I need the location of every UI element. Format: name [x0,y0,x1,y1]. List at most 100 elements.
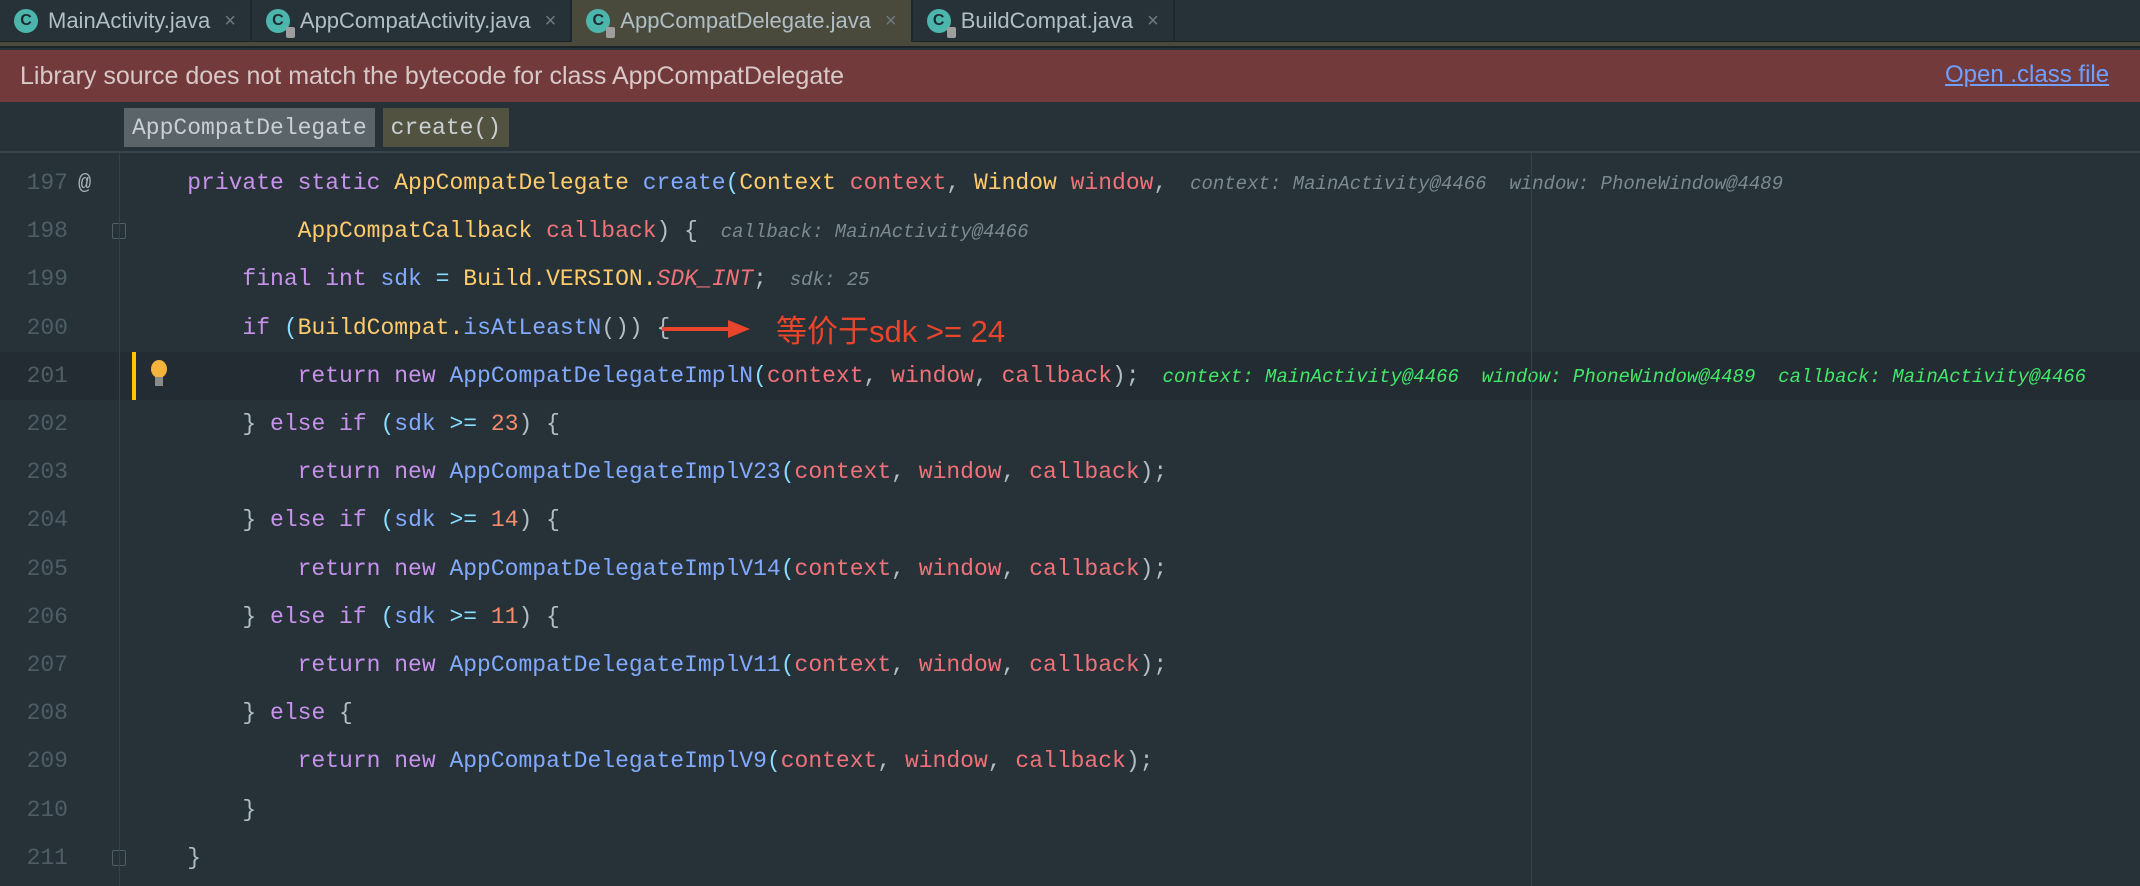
line-number[interactable]: 210 [0,797,68,823]
code-token: ( [766,748,781,775]
line-number[interactable]: 201 [0,363,68,389]
code-token: Context [739,170,850,197]
tab-appcompatdelegate[interactable]: C AppCompatDelegate.java × [572,0,913,48]
code-line[interactable]: 197 @ private static AppCompatDelegate cr… [0,159,2140,207]
code-token: , [987,748,1016,775]
line-number[interactable]: 203 [0,459,68,485]
code-token: AppCompatDelegateImplV11 [449,651,781,678]
line-number[interactable]: 209 [0,748,68,774]
code-token: ); [1139,555,1168,582]
code-token: = [435,266,464,293]
breadcrumb-class[interactable]: AppCompatDelegate [124,108,375,147]
code-line[interactable]: 198 AppCompatCallback callback) { callba… [0,207,2140,255]
debug-value-hint: callback: MainActivity@4466 [720,221,1029,244]
breadcrumb-method[interactable]: create() [382,108,510,147]
open-class-file-link[interactable]: Open .class file [1945,61,2109,89]
code-token: context [849,170,947,197]
code-token: } [132,700,271,727]
code-token: ( [753,362,767,389]
code-token: AppCompatCallback [297,218,547,245]
code-token: callback [1029,555,1140,582]
code-text: private static AppCompatDelegate create(… [132,170,1783,196]
code-token: ) { [518,411,560,438]
code-text: return new AppCompatDelegateImplV14(cont… [132,555,1168,582]
code-text: } [132,797,256,823]
override-icon[interactable]: @ [78,171,91,196]
tab-label: AppCompatActivity.java [299,8,531,33]
code-line[interactable]: 210 } [0,785,2140,833]
code-line[interactable]: 204 } else if (sdk >= 14) { [0,496,2140,544]
code-line[interactable]: 205 return new AppCompatDelegateImplV14(… [0,545,2140,593]
code-token: sdk [394,411,450,438]
code-token: context [794,555,892,582]
code-line[interactable]: 199 final int sdk = Build.VERSION.SDK_IN… [0,255,2140,303]
editor-tab-bar: C MainActivity.java × C AppCompatActivity.ja… [0,0,2140,48]
code-token: 23 [490,411,519,438]
line-number[interactable]: 202 [0,411,68,437]
line-number[interactable]: 206 [0,604,68,630]
class-icon: C [265,9,295,38]
debug-value-hint: window: PhoneWindow@4489 [1509,173,1783,196]
code-line[interactable]: 201 return new AppCompatDelegateImplN(co… [0,351,2140,400]
code-line[interactable]: 208 } else { [0,689,2140,737]
line-number[interactable]: 198 [0,218,68,244]
line-number[interactable]: 211 [0,845,68,871]
code-token: AppCompatDelegate [394,170,643,197]
line-number[interactable]: 199 [0,266,68,292]
code-token: window [918,651,1002,678]
code-token: if [132,314,284,341]
gutter-divider [119,153,120,886]
close-icon[interactable]: × [224,10,236,33]
close-icon[interactable]: × [545,10,557,33]
close-icon[interactable]: × [885,10,897,33]
line-number[interactable]: 204 [0,507,68,533]
code-token: final int [132,266,381,293]
code-token: } [132,844,202,871]
code-token: ()) { [601,314,671,341]
code-line[interactable]: 209 return new AppCompatDelegateImplV9(c… [0,737,2140,785]
code-token: window [891,362,974,389]
line-number[interactable]: 208 [0,700,68,726]
line-number[interactable]: 207 [0,652,68,678]
code-token: window [904,748,988,775]
class-icon: C [926,9,956,38]
code-text: } else if (sdk >= 23) { [132,411,560,437]
code-line[interactable]: 200 if (BuildCompat.isAtLeastN()) { [0,304,2140,352]
code-token: BuildCompat. [297,314,464,341]
tab-mainactivity[interactable]: C MainActivity.java × [0,0,252,42]
code-line[interactable]: 207 return new AppCompatDelegateImplV11(… [0,641,2140,689]
line-number[interactable]: 197 [0,170,68,196]
code-line[interactable]: 203 return new AppCompatDelegateImplV23(… [0,448,2140,496]
code-token: AppCompatDelegateImplV14 [449,555,781,582]
line-number[interactable]: 205 [0,556,68,582]
code-token: ( [380,507,395,534]
tab-label: BuildCompat.java [960,8,1134,33]
code-text: } else { [132,700,352,727]
line-number[interactable]: 200 [0,315,68,341]
right-margin-guide [1531,153,1532,886]
code-text: } else if (sdk >= 11) { [132,604,560,630]
code-token: } [132,411,271,438]
code-token: ); [1112,362,1140,389]
code-token: , [891,651,919,678]
close-icon[interactable]: × [1147,10,1159,33]
code-editor[interactable]: 197 @ private static AppCompatDelegate cr… [0,159,2140,882]
code-token: AppCompatDelegateImplV23 [449,459,781,486]
tab-buildcompat[interactable]: C BuildCompat.java × [913,0,1175,42]
code-token: ) { [518,603,560,630]
code-line[interactable]: 206 } else if (sdk >= 11) { [0,593,2140,641]
code-line[interactable]: 211 } [0,834,2140,882]
code-token: return new [132,362,450,389]
code-token: ); [1139,459,1168,486]
code-line[interactable]: 202 } else if (sdk >= 23) { [0,400,2140,448]
code-text: if (BuildCompat.isAtLeastN()) { [132,315,670,341]
red-arrow-icon [662,319,750,338]
code-token: , [946,170,974,197]
source-mismatch-banner: Library source does not match the byteco… [0,50,2140,102]
code-token: window [1070,170,1154,197]
code-token: , [1001,459,1030,486]
code-token: callback [1001,362,1113,389]
code-token: ); [1139,651,1168,678]
tab-appcompatactivity[interactable]: C AppCompatActivity.java × [252,0,573,42]
